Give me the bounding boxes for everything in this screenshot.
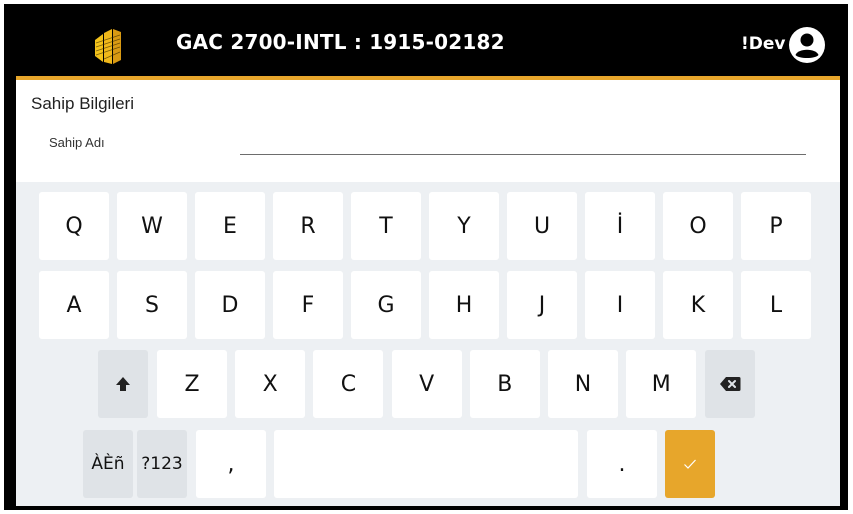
key-row3-3[interactable]: C [313, 350, 384, 418]
owner-info-form: Sahip Bilgileri Sahip Adı [16, 80, 840, 182]
key-row3-1[interactable]: Z [157, 350, 227, 418]
key-row1-6[interactable]: Y [429, 192, 499, 260]
key-row1-4[interactable]: R [273, 192, 343, 260]
app-bar: GAC 2700-INTL : 1915-02182 !Dev [16, 16, 840, 76]
section-title: Sahip Bilgileri [31, 94, 134, 113]
symbols-key[interactable]: ?123 [137, 430, 187, 498]
key-row3-6[interactable]: N [548, 350, 618, 418]
key-row2-5[interactable]: G [351, 271, 421, 339]
key-row2-10[interactable]: L [741, 271, 811, 339]
comma-key[interactable]: , [196, 430, 266, 498]
account-circle-icon[interactable] [788, 26, 826, 64]
user-label[interactable]: !Dev [741, 34, 785, 54]
key-row3-7[interactable]: M [626, 350, 697, 418]
key-row2-1[interactable]: A [39, 271, 109, 339]
keyboard-row-3: ZXCVBNM [16, 350, 840, 418]
key-row2-2[interactable]: S [117, 271, 187, 339]
key-row1-2[interactable]: W [117, 192, 187, 260]
screen: GAC 2700-INTL : 1915-02182 !Dev Sahip Bi… [16, 16, 840, 506]
key-row1-5[interactable]: T [351, 192, 421, 260]
key-row2-3[interactable]: D [195, 271, 265, 339]
space-key[interactable] [274, 430, 578, 498]
accents-key[interactable]: ÀÈñ [83, 430, 133, 498]
key-row2-8[interactable]: I [585, 271, 655, 339]
key-row1-3[interactable]: E [195, 192, 265, 260]
keyboard-row-2: ASDFGHJIKL [16, 271, 840, 339]
key-row1-10[interactable]: P [741, 192, 811, 260]
key-row3-2[interactable]: X [235, 350, 306, 418]
enter-key[interactable] [665, 430, 715, 498]
keyboard-row-1: QWERTYUİOP [16, 192, 840, 260]
device-frame: GAC 2700-INTL : 1915-02182 !Dev Sahip Bi… [4, 4, 848, 510]
shift-arrow-icon [116, 377, 130, 391]
on-screen-keyboard: QWERTYUİOP ASDFGHJIKL ZXCVBNM ÀÈñ ?123 ,… [16, 182, 840, 506]
key-row1-9[interactable]: O [663, 192, 733, 260]
key-row1-1[interactable]: Q [39, 192, 109, 260]
key-row3-4[interactable]: V [391, 350, 462, 418]
key-row1-8[interactable]: İ [585, 192, 655, 260]
key-row2-4[interactable]: F [273, 271, 343, 339]
gac-logo-icon [95, 29, 121, 64]
key-row2-6[interactable]: H [429, 271, 499, 339]
key-row1-7[interactable]: U [507, 192, 577, 260]
app-title: GAC 2700-INTL : 1915-02182 [176, 30, 505, 54]
keyboard-row-4: ÀÈñ ?123 , . [16, 430, 840, 498]
owner-name-label: Sahip Adı [49, 135, 105, 150]
shift-key[interactable] [98, 350, 148, 418]
backspace-icon [720, 377, 741, 391]
key-row3-5[interactable]: B [469, 350, 540, 418]
key-row2-9[interactable]: K [663, 271, 733, 339]
backspace-key[interactable] [705, 350, 755, 418]
key-row2-7[interactable]: J [507, 271, 577, 339]
checkmark-icon [684, 459, 696, 469]
owner-name-input[interactable] [240, 126, 806, 155]
period-key[interactable]: . [587, 430, 657, 498]
